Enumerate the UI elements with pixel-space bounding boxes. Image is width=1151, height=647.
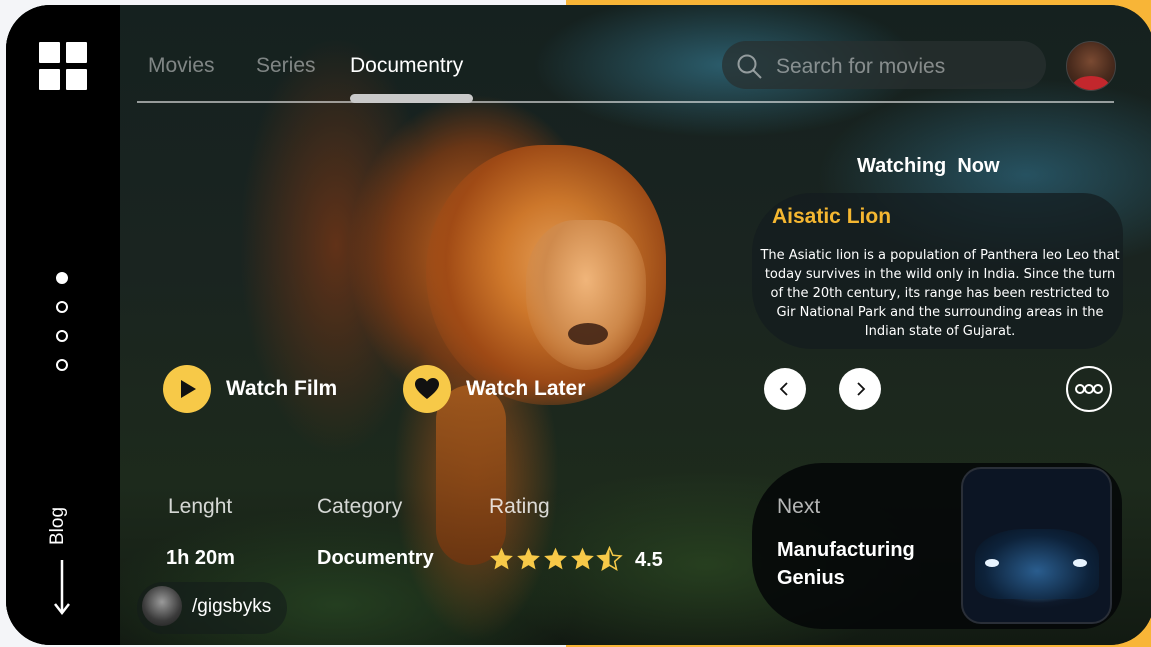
next-label: Next (777, 495, 821, 518)
length-label: Lenght (168, 495, 233, 518)
star-half-icon (596, 546, 623, 571)
nav-divider (137, 101, 1114, 103)
watch-film-button[interactable]: Watch Film (163, 365, 337, 413)
tab-series[interactable]: Series (256, 54, 316, 78)
more-dots-icon (1075, 384, 1103, 394)
pagination-dot-4[interactable] (56, 359, 68, 371)
active-tab-indicator (350, 94, 473, 103)
previous-button[interactable] (764, 368, 806, 410)
watch-later-label: Watch Later (466, 377, 586, 400)
tab-documentry[interactable]: Documentry (350, 54, 463, 78)
watch-film-label: Watch Film (226, 377, 338, 400)
thumbnail-headlight (985, 559, 999, 567)
grid-menu-icon[interactable] (39, 42, 87, 90)
heart-icon (403, 365, 451, 413)
category-label: Category (317, 495, 403, 518)
star-full-icon (544, 547, 567, 570)
star-full-icon (490, 547, 513, 570)
user-avatar[interactable] (1066, 41, 1116, 91)
thumbnail-headlight (1073, 559, 1087, 567)
movie-title: Aisatic Lion (772, 205, 892, 228)
rating-stars (488, 546, 623, 572)
next-title: Manufacturing Genius (777, 539, 915, 589)
next-thumbnail[interactable] (961, 467, 1112, 624)
category-value: Documentry (317, 547, 434, 569)
blog-link[interactable]: Blog (45, 495, 79, 555)
pagination-dots (56, 272, 68, 388)
creator-avatar (142, 586, 182, 626)
watch-later-button[interactable]: Watch Later (403, 365, 585, 413)
star-full-icon (571, 547, 594, 570)
creator-handle[interactable]: /gigsbyks (192, 596, 271, 618)
star-full-icon (517, 547, 540, 570)
play-icon (163, 365, 211, 413)
chevron-right-icon (857, 382, 866, 396)
pagination-dot-3[interactable] (56, 330, 68, 342)
pagination-dot-2[interactable] (56, 301, 68, 313)
rating-value: 4.5 (635, 549, 663, 571)
movie-description: The Asiatic lion is a population of Pant… (760, 248, 1120, 339)
chevron-left-icon (779, 382, 788, 396)
tab-movies[interactable]: Movies (148, 54, 215, 78)
blog-label: Blog (47, 506, 69, 546)
arrow-down-icon[interactable] (52, 558, 72, 618)
hero-lion-nose (568, 323, 608, 345)
search-icon (737, 54, 762, 79)
pagination-dot-1[interactable] (56, 272, 68, 284)
hero-lion-face (526, 220, 646, 370)
search-input[interactable] (774, 51, 1028, 83)
watching-now-heading: Watching Now (857, 155, 1000, 177)
rating-label: Rating (489, 495, 550, 518)
next-button[interactable] (839, 368, 881, 410)
length-value: 1h 20m (166, 547, 235, 569)
more-options-button[interactable] (1066, 366, 1112, 412)
